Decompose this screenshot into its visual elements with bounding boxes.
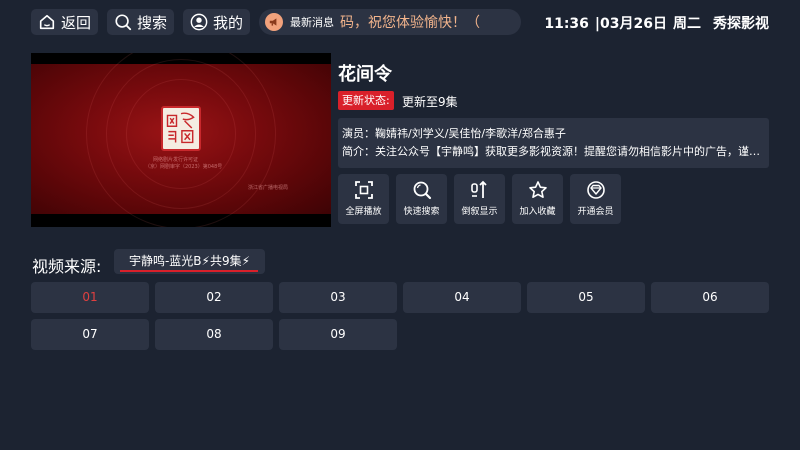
page-title: 花间令 <box>338 64 392 85</box>
star-icon <box>528 181 547 198</box>
video-player[interactable]: 网络剧片发行许可证 （京）网剧审字（2023）第048号 浙江省广播电视局 <box>31 53 331 227</box>
app-name: 秀探影视 <box>713 16 769 32</box>
favorite-button[interactable]: 加入收藏 <box>512 174 563 224</box>
search-button[interactable]: 搜索 <box>107 9 175 35</box>
favorite-label: 加入收藏 <box>519 207 556 217</box>
quick-search-label: 快速搜索 <box>403 207 440 217</box>
actors-text: 演员：鞠婧祎/刘学义/吴佳怡/李歌洋/郑合惠子 <box>342 127 566 140</box>
action-bar: 全屏播放 快速搜索 倒叙显示 加入收藏 开通会员 <box>338 174 628 224</box>
megaphone-icon <box>265 13 283 31</box>
episode-button[interactable]: 07 <box>31 319 149 350</box>
time-text: 11:36 <box>544 16 589 32</box>
back-button[interactable]: 返回 <box>31 9 99 35</box>
episode-button[interactable]: 05 <box>527 282 645 313</box>
status-value: 更新至9集 <box>402 95 458 109</box>
back-label: 返回 <box>61 13 92 32</box>
mine-label: 我的 <box>213 13 244 32</box>
description-box: 演员：鞠婧祎/刘学义/吴佳怡/李歌洋/郑合惠子 简介：关注公众号【宇静鸣】获取更… <box>338 118 769 168</box>
quick-search-button[interactable]: 快速搜索 <box>396 174 447 224</box>
license-caption: 网络剧片发行许可证 <box>153 157 199 163</box>
episode-button[interactable]: 08 <box>155 319 273 350</box>
search-label: 搜索 <box>137 13 168 32</box>
license-seal-logo <box>161 106 201 151</box>
vip-icon <box>586 181 605 199</box>
episode-button[interactable]: 02 <box>155 282 273 313</box>
episode-button[interactable]: 09 <box>279 319 397 350</box>
source-tab-underline <box>120 270 258 272</box>
episode-button[interactable]: 01 <box>31 282 149 313</box>
search-icon <box>115 14 132 31</box>
search-icon <box>413 181 431 200</box>
vip-button[interactable]: 开通会员 <box>570 174 621 224</box>
episode-button[interactable]: 04 <box>403 282 521 313</box>
weekday-text: 周二 <box>673 16 701 32</box>
license-issuer: 浙江省广播电视局 <box>248 185 289 191</box>
license-number: （京）网剧审字（2023）第048号 <box>145 164 223 170</box>
home-icon <box>39 14 55 30</box>
top-bar: 返回 搜索 我的 最新消息 换码，祝您体验愉快！（ 11:36 |03月26日 周二… <box>0 0 800 44</box>
sort-icon <box>470 180 487 198</box>
reverse-order-label: 倒叙显示 <box>461 207 498 217</box>
intro-text: 简介：关注公众号【宇静鸣】获取更多影视资源！提醒您请勿相信影片中的广告，谨防上当… <box>342 145 765 158</box>
date-text: |03月26日 <box>594 16 667 32</box>
notice-bar[interactable]: 最新消息 换码，祝您体验愉快！（ <box>259 9 521 35</box>
episode-button[interactable]: 06 <box>651 282 769 313</box>
video-frame: 网络剧片发行许可证 （京）网剧审字（2023）第048号 浙江省广播电视局 <box>31 53 331 227</box>
fullscreen-button[interactable]: 全屏播放 <box>338 174 389 224</box>
status-badge: 更新状态: <box>338 91 394 110</box>
user-icon <box>190 13 208 31</box>
notice-label: 最新消息 <box>290 16 334 29</box>
source-label: 视频来源: <box>32 257 102 276</box>
notice-marquee: 换码，祝您体验愉快！（ <box>340 12 510 32</box>
vip-label: 开通会员 <box>577 207 614 217</box>
clock: 11:36 |03月26日 周二 秀探影视 <box>544 13 769 33</box>
fullscreen-icon <box>354 181 373 199</box>
episode-button[interactable]: 03 <box>279 282 397 313</box>
mine-button[interactable]: 我的 <box>183 9 251 35</box>
notice-text: 换码，祝您体验愉快！（ <box>340 15 480 31</box>
reverse-order-button[interactable]: 倒叙显示 <box>454 174 505 224</box>
fullscreen-label: 全屏播放 <box>345 207 382 217</box>
